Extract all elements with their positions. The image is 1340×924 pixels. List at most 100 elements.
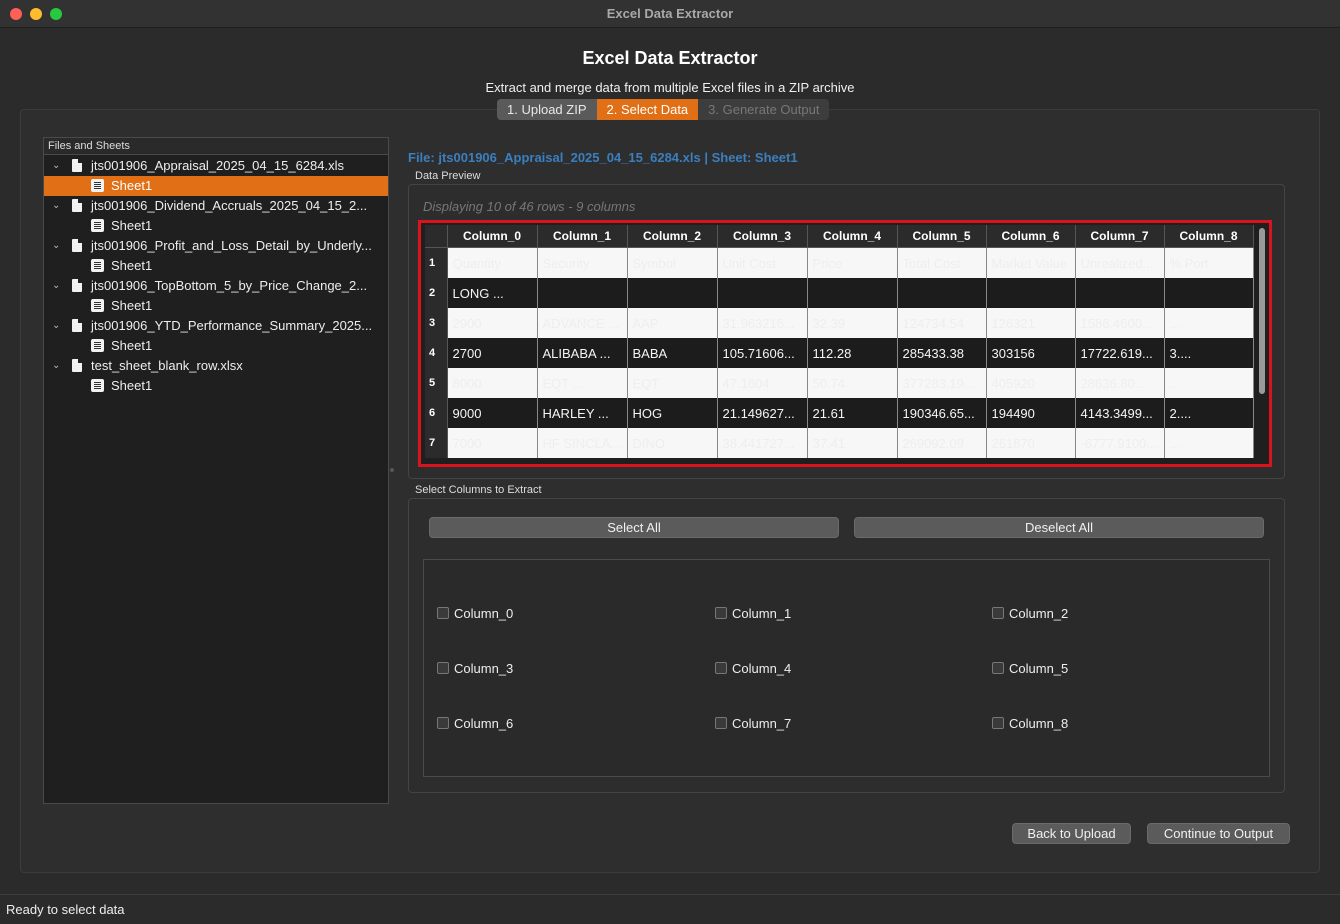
table-cell[interactable] xyxy=(1075,278,1165,308)
table-cell[interactable]: 32.39 xyxy=(807,308,898,338)
back-to-upload-button[interactable]: Back to Upload xyxy=(1012,823,1131,844)
files-and-sheets-tree[interactable]: Files and Sheets ⌄ jts001906_Appraisal_2… xyxy=(43,137,389,804)
tree-file-item[interactable]: ⌄ jts001906_Dividend_Accruals_2025_04_15… xyxy=(44,196,388,216)
table-row[interactable]: 1 Quantity Security Symbol Unit Cost Pri… xyxy=(425,247,1254,278)
tree-sheet-item-selected[interactable]: Sheet1 xyxy=(44,176,388,196)
table-cell[interactable] xyxy=(1164,278,1254,308)
table-cell[interactable]: 9000 xyxy=(447,398,538,428)
table-cell[interactable]: 7000 xyxy=(447,428,538,458)
table-cell[interactable]: 38.441727... xyxy=(717,428,808,458)
table-cell[interactable]: 190346.65... xyxy=(897,398,987,428)
table-cell[interactable]: 285433.38 xyxy=(897,338,987,368)
chevron-down-icon[interactable]: ⌄ xyxy=(52,276,64,296)
table-cell[interactable]: HF SINCLA... xyxy=(537,428,628,458)
checkbox-box[interactable] xyxy=(992,717,1004,729)
table-cell[interactable]: Unrealized... xyxy=(1075,247,1165,278)
column-header[interactable]: Column_0 xyxy=(447,225,538,248)
table-row[interactable]: 3 2900 ADVANCE ... AAP 31.963216... 32.3… xyxy=(425,308,1254,338)
table-cell[interactable]: EQT xyxy=(627,368,718,398)
column-header[interactable]: Column_4 xyxy=(807,225,898,248)
table-cell[interactable]: 1586.4600... xyxy=(1075,308,1165,338)
table-cell[interactable]: 269092.09 xyxy=(897,428,987,458)
table-cell[interactable]: 17722.619... xyxy=(1075,338,1165,368)
corner-cell[interactable] xyxy=(425,225,448,248)
table-cell[interactable]: BABA xyxy=(627,338,718,368)
table-cell[interactable]: DINO xyxy=(627,428,718,458)
tree-file-item[interactable]: ⌄ test_sheet_blank_row.xlsx xyxy=(44,356,388,376)
table-cell[interactable]: 3.... xyxy=(1164,338,1254,368)
table-cell[interactable]: 8000 xyxy=(447,368,538,398)
table-cell[interactable]: 37.41 xyxy=(807,428,898,458)
table-cell[interactable]: AAP xyxy=(627,308,718,338)
row-number[interactable]: 6 xyxy=(425,398,448,428)
column-header[interactable]: Column_5 xyxy=(897,225,987,248)
tree-file-item[interactable]: ⌄ jts001906_TopBottom_5_by_Price_Change_… xyxy=(44,276,388,296)
tree-sheet-item[interactable]: Sheet1 xyxy=(44,336,388,356)
table-cell[interactable]: 303156 xyxy=(986,338,1076,368)
column-header[interactable]: Column_2 xyxy=(627,225,718,248)
table-cell[interactable]: Security xyxy=(537,247,628,278)
table-cell[interactable]: 2.... xyxy=(1164,398,1254,428)
table-row[interactable]: 7 7000 HF SINCLA... DINO 38.441727... 37… xyxy=(425,428,1254,458)
table-cell[interactable]: 21.149627... xyxy=(717,398,808,428)
table-cell[interactable]: Symbol xyxy=(627,247,718,278)
continue-to-output-button[interactable]: Continue to Output xyxy=(1147,823,1290,844)
row-number[interactable]: 1 xyxy=(425,247,448,278)
scrollbar-thumb[interactable] xyxy=(1259,228,1265,394)
column-header[interactable]: Column_8 xyxy=(1164,225,1254,248)
splitter-handle[interactable] xyxy=(390,468,394,472)
table-cell[interactable]: 194490 xyxy=(986,398,1076,428)
table-row[interactable]: 4 2700 ALIBABA ... BABA 105.71606... 112… xyxy=(425,338,1254,368)
table-row[interactable]: 2 LONG ... xyxy=(425,278,1254,308)
table-cell[interactable]: 28636.80... xyxy=(1075,368,1165,398)
select-all-button[interactable]: Select All xyxy=(429,517,839,538)
chevron-down-icon[interactable]: ⌄ xyxy=(52,316,64,336)
chevron-down-icon[interactable]: ⌄ xyxy=(52,356,64,376)
column-header[interactable]: Column_7 xyxy=(1075,225,1165,248)
checkbox-box[interactable] xyxy=(437,662,449,674)
step-upload-zip[interactable]: 1. Upload ZIP xyxy=(497,99,597,120)
table-cell[interactable] xyxy=(717,278,808,308)
table-cell[interactable]: ... xyxy=(1164,428,1254,458)
table-cell[interactable]: 2700 xyxy=(447,338,538,368)
table-cell[interactable]: 21.61 xyxy=(807,398,898,428)
preview-vertical-scrollbar[interactable] xyxy=(1257,226,1267,462)
table-cell[interactable]: HOG xyxy=(627,398,718,428)
table-cell[interactable]: 377283.19... xyxy=(897,368,987,398)
row-number[interactable]: 4 xyxy=(425,338,448,368)
checkbox-box[interactable] xyxy=(992,662,1004,674)
table-cell[interactable]: 31.963216... xyxy=(717,308,808,338)
table-cell[interactable]: % Port xyxy=(1164,247,1254,278)
table-cell[interactable]: 112.28 xyxy=(807,338,898,368)
checkbox-box[interactable] xyxy=(715,607,727,619)
row-number[interactable]: 2 xyxy=(425,278,448,308)
preview-table[interactable]: Column_0 Column_1 Column_2 Column_3 Colu… xyxy=(425,225,1254,458)
table-cell[interactable]: Market Value xyxy=(986,247,1076,278)
step-select-data[interactable]: 2. Select Data xyxy=(596,99,699,120)
table-cell[interactable] xyxy=(986,278,1076,308)
table-cell[interactable]: Total Cost xyxy=(897,247,987,278)
column-header[interactable]: Column_6 xyxy=(986,225,1076,248)
tree-file-item[interactable]: ⌄ jts001906_YTD_Performance_Summary_2025… xyxy=(44,316,388,336)
table-row[interactable]: 6 9000 HARLEY ... HOG 21.149627... 21.61… xyxy=(425,398,1254,428)
table-cell[interactable]: 50.74 xyxy=(807,368,898,398)
table-cell[interactable]: ... xyxy=(1164,308,1254,338)
chevron-down-icon[interactable]: ⌄ xyxy=(52,156,64,176)
table-cell[interactable]: 2900 xyxy=(447,308,538,338)
table-cell[interactable]: Quantity xyxy=(447,247,538,278)
table-cell[interactable]: Price xyxy=(807,247,898,278)
row-number[interactable]: 3 xyxy=(425,308,448,338)
checkbox-box[interactable] xyxy=(715,717,727,729)
table-cell[interactable]: -6777.9100... xyxy=(1075,428,1165,458)
tree-sheet-item[interactable]: Sheet1 xyxy=(44,376,388,396)
table-row[interactable]: 5 8000 EQT ... EQT 47.1604 50.74 377283.… xyxy=(425,368,1254,398)
table-cell[interactable]: HARLEY ... xyxy=(537,398,628,428)
table-cell[interactable]: 47.1604 xyxy=(717,368,808,398)
row-number[interactable]: 5 xyxy=(425,368,448,398)
checkbox-box[interactable] xyxy=(992,607,1004,619)
table-cell[interactable]: LONG ... xyxy=(447,278,538,308)
table-cell[interactable] xyxy=(627,278,718,308)
table-cell[interactable]: 4143.3499... xyxy=(1075,398,1165,428)
chevron-down-icon[interactable]: ⌄ xyxy=(52,236,64,256)
table-cell[interactable]: 105.71606... xyxy=(717,338,808,368)
